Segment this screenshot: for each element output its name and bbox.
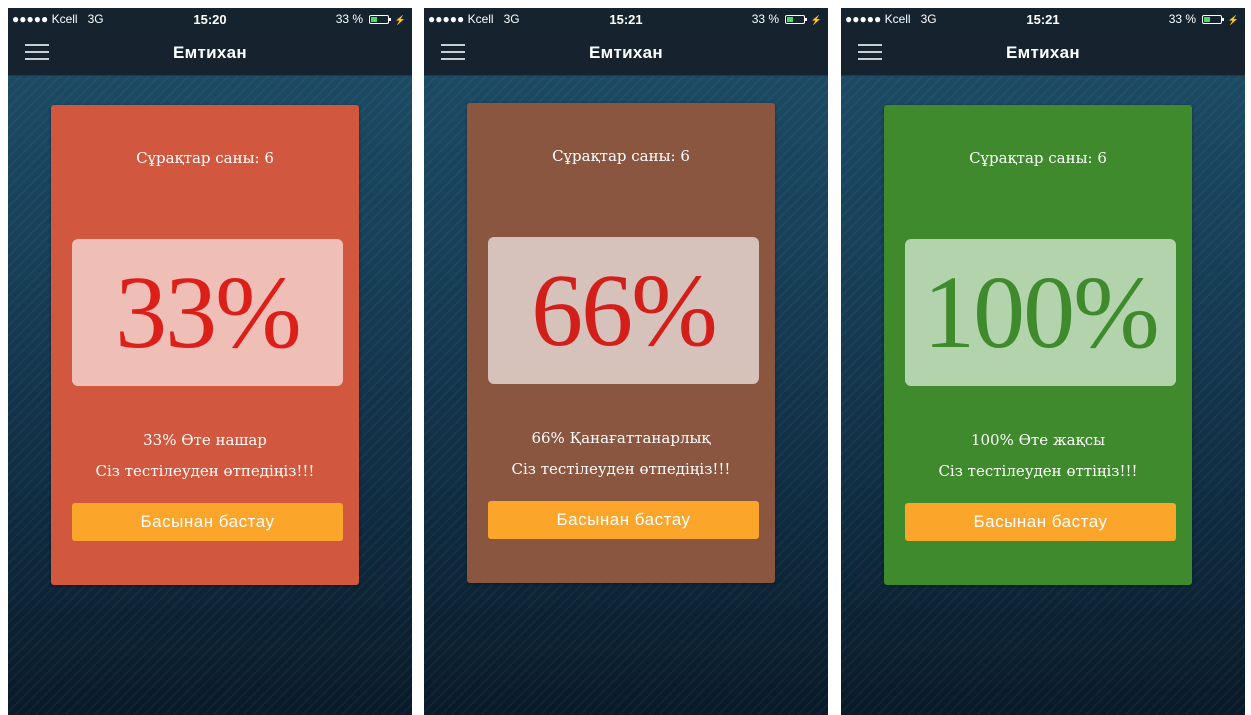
result-grade: 100% Өте жақсы bbox=[970, 431, 1106, 449]
charging-bolt-icon: ⚡ bbox=[394, 15, 406, 25]
nav-bar: Емтихан bbox=[841, 30, 1245, 76]
phone-screen-3: ●●●●● Kcell 3G 15:21 33 % ⚡ Емтихан Сұра… bbox=[841, 8, 1245, 715]
nav-bar: Емтихан bbox=[424, 30, 828, 76]
battery-icon bbox=[785, 15, 808, 24]
battery-percent: 33 % bbox=[1168, 12, 1197, 26]
nav-bar: Емтихан bbox=[8, 30, 412, 76]
battery-status: 33 % ⚡ bbox=[1169, 12, 1239, 26]
battery-percent: 33 % bbox=[751, 12, 780, 26]
status-bar: ●●●●● Kcell 3G 15:20 33 % ⚡ bbox=[8, 8, 412, 30]
result-message: Сіз тестілеуден өтпедіңіз!!! bbox=[95, 462, 315, 480]
battery-status: 33 % ⚡ bbox=[752, 12, 822, 26]
battery-status: 33 % ⚡ bbox=[336, 12, 406, 26]
question-count: Сұрақтар саны: 6 bbox=[136, 149, 274, 167]
charging-bolt-icon: ⚡ bbox=[810, 15, 822, 25]
status-bar: ●●●●● Kcell 3G 15:21 33 % ⚡ bbox=[424, 8, 828, 30]
result-grade: 33% Өте нашар bbox=[143, 431, 267, 449]
restart-button[interactable]: Басынан бастау bbox=[72, 503, 343, 541]
result-grade: 66% Қанағаттанарлық bbox=[531, 429, 711, 447]
score-percent: 33% bbox=[115, 254, 302, 370]
nav-title: Емтихан bbox=[173, 43, 247, 62]
result-card: Сұрақтар саны: 6 100% 100% Өте жақсы Сіз… bbox=[884, 105, 1192, 585]
question-count: Сұрақтар саны: 6 bbox=[969, 149, 1107, 167]
result-message: Сіз тестілеуден өттіңіз!!! bbox=[938, 462, 1138, 480]
restart-button[interactable]: Басынан бастау bbox=[488, 501, 759, 539]
result-card: Сұрақтар саны: 6 33% 33% Өте нашар Сіз т… bbox=[51, 105, 359, 585]
nav-title: Емтихан bbox=[589, 43, 663, 62]
score-percent: 100% bbox=[923, 254, 1160, 370]
score-box: 100% bbox=[905, 239, 1176, 386]
score-percent: 66% bbox=[531, 252, 718, 368]
phone-screen-2: ●●●●● Kcell 3G 15:21 33 % ⚡ Емтихан Сұра… bbox=[424, 8, 828, 715]
score-box: 33% bbox=[72, 239, 343, 386]
result-message: Сіз тестілеуден өтпедіңіз!!! bbox=[511, 460, 731, 478]
battery-percent: 33 % bbox=[335, 12, 364, 26]
score-box: 66% bbox=[488, 237, 759, 384]
battery-icon bbox=[1202, 15, 1225, 24]
battery-icon bbox=[369, 15, 392, 24]
result-card: Сұрақтар саны: 6 66% 66% Қанағаттанарлық… bbox=[467, 103, 775, 583]
restart-button[interactable]: Басынан бастау bbox=[905, 503, 1176, 541]
charging-bolt-icon: ⚡ bbox=[1227, 15, 1239, 25]
nav-title: Емтихан bbox=[1006, 43, 1080, 62]
phone-screen-1: ●●●●● Kcell 3G 15:20 33 % ⚡ Емтихан Сұра… bbox=[8, 8, 412, 715]
status-bar: ●●●●● Kcell 3G 15:21 33 % ⚡ bbox=[841, 8, 1245, 30]
question-count: Сұрақтар саны: 6 bbox=[552, 147, 690, 165]
